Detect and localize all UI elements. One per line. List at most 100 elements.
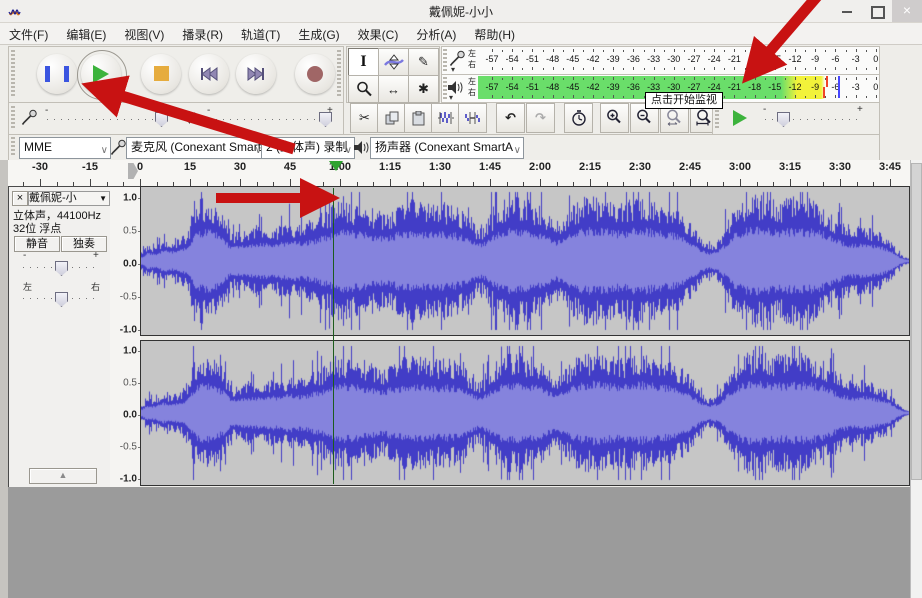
- gain-slider-thumb[interactable]: [55, 261, 68, 276]
- toolbar-dock: I ✎ ↔ ✱ ▾ 左 右 -57-54-51-48-45-42-39-36-3…: [0, 45, 922, 161]
- meter-scale-number: -54: [506, 82, 519, 92]
- play-volume-thumb[interactable]: [319, 112, 332, 127]
- trim-audio-button[interactable]: [431, 103, 460, 133]
- meter-scale-number: -36: [627, 54, 640, 64]
- pan-slider-thumb[interactable]: [55, 292, 68, 307]
- play-volume-slider[interactable]: [209, 119, 331, 120]
- menu-item-6[interactable]: 效果(C): [349, 23, 408, 43]
- sync-clock-button[interactable]: [564, 103, 593, 133]
- track-control-panel: × 戴佩妮-小 ▼ 立体声，44100Hz 32位 浮点 静音 独奏 - + 左…: [8, 186, 112, 488]
- meter-scale-number: -18: [748, 54, 761, 64]
- waveform-left-channel[interactable]: [140, 186, 910, 336]
- meter-scale-number: -24: [708, 54, 721, 64]
- record-volume-thumb[interactable]: [155, 112, 168, 127]
- meter-scale-number: -48: [546, 54, 559, 64]
- mixer-toolbar: - + - +: [8, 102, 344, 135]
- menu-item-3[interactable]: 播录(R): [173, 23, 232, 43]
- audio-host-select[interactable]: MME∨: [19, 137, 111, 159]
- timeline-ruler[interactable]: -30-1501530451:001:151:301:452:002:152:3…: [8, 160, 910, 188]
- record-button[interactable]: [295, 54, 335, 94]
- zoom-tool-button[interactable]: [348, 75, 379, 103]
- meter-scale-number: -57: [485, 82, 498, 92]
- menu-item-5[interactable]: 生成(G): [289, 23, 348, 43]
- paste-button[interactable]: [404, 103, 433, 133]
- meter-dropdown-arrow[interactable]: ▾: [449, 93, 453, 102]
- vertical-scrollbar-thumb[interactable]: [911, 163, 922, 480]
- toolbar-grip[interactable]: [337, 50, 341, 98]
- meter-scale-number: 0: [873, 82, 878, 92]
- playback-cursor: [333, 188, 334, 484]
- playback-device-select[interactable]: 扬声器 (Conexant SmartA∨: [370, 137, 524, 159]
- draw-tool-button[interactable]: ✎: [408, 48, 439, 76]
- undo-button[interactable]: ↶: [496, 103, 525, 133]
- multi-tool-button[interactable]: ✱: [408, 75, 439, 103]
- skip-to-end-button[interactable]: [236, 54, 276, 94]
- gain-min-label: -: [23, 250, 26, 261]
- timeline-label: 2:45: [679, 161, 701, 173]
- meter-scale-number: 0: [873, 54, 878, 64]
- minimize-button[interactable]: [832, 0, 862, 22]
- cut-button[interactable]: ✂: [350, 103, 379, 133]
- stop-button[interactable]: [141, 54, 181, 94]
- mute-button[interactable]: 静音: [14, 236, 60, 252]
- envelope-tool-button[interactable]: [378, 48, 409, 76]
- audacity-window: 戴佩妮-小小 × 文件(F)编辑(E)视图(V)播录(R)轨道(T)生成(G)效…: [0, 0, 922, 598]
- timeline-label: 1:15: [379, 161, 401, 173]
- vertical-scale-ruler[interactable]: 1.00.50.0-0.5-1.01.00.50.0-0.5-1.0: [110, 186, 141, 488]
- menu-item-0[interactable]: 文件(F): [0, 23, 57, 43]
- timeline-label: 3:15: [779, 161, 801, 173]
- skip-to-start-button[interactable]: [189, 54, 229, 94]
- time-shift-tool-button[interactable]: ↔: [378, 75, 409, 103]
- toolbar-grip[interactable]: [11, 50, 15, 98]
- meter-scale-number: -54: [506, 54, 519, 64]
- meter-scale-number: -15: [768, 82, 781, 92]
- zoom-in-button[interactable]: [600, 103, 629, 133]
- menu-item-7[interactable]: 分析(A): [407, 23, 465, 43]
- solo-button[interactable]: 独奏: [61, 236, 107, 252]
- meter-scale-number: -45: [566, 54, 579, 64]
- meter-scale-number: -9: [811, 82, 819, 92]
- toolbar-grip[interactable]: [715, 106, 719, 130]
- timeline-label: 30: [234, 161, 246, 173]
- meter-scale-number: -9: [811, 54, 819, 64]
- menu-item-1[interactable]: 编辑(E): [57, 23, 115, 43]
- meter-scale-number: -27: [687, 54, 700, 64]
- meter-scale-number: -30: [667, 82, 680, 92]
- meter-max-indicator: [838, 76, 840, 98]
- toolbar-grip[interactable]: [443, 49, 447, 71]
- track-close-button[interactable]: ×: [12, 191, 28, 206]
- menu-item-8[interactable]: 帮助(H): [465, 23, 524, 43]
- toolbar-grip[interactable]: [11, 137, 15, 157]
- pause-button[interactable]: [37, 54, 77, 94]
- speed-slider-thumb[interactable]: [777, 112, 790, 127]
- play-right-label: 右: [468, 89, 476, 97]
- silence-audio-button[interactable]: [458, 103, 487, 133]
- meter-dropdown-arrow[interactable]: ▾: [451, 65, 455, 74]
- maximize-button[interactable]: [862, 0, 892, 22]
- track-collapse-button[interactable]: ▲: [29, 468, 97, 484]
- menu-item-4[interactable]: 轨道(T): [232, 23, 289, 43]
- menu-item-2[interactable]: 视图(V): [115, 23, 173, 43]
- recording-meter-toolbar[interactable]: ▾ 左 右 -57-54-51-48-45-42-39-36-33-30-27-…: [441, 46, 880, 75]
- selection-tool-button[interactable]: I: [348, 48, 379, 76]
- play-at-speed-button[interactable]: [723, 104, 753, 131]
- recording-device-select[interactable]: 麦克风 (Conexant SmartA∨: [126, 137, 265, 159]
- toolbar-grip[interactable]: [11, 106, 15, 130]
- timeline-label: 3:30: [829, 161, 851, 173]
- timeline-label: 45: [284, 161, 296, 173]
- pan-right-label: 右: [91, 280, 100, 293]
- waveform-right-channel[interactable]: [140, 340, 910, 486]
- monitor-tooltip[interactable]: 点击开始监视: [645, 92, 723, 109]
- amplitude-label: 0.5: [123, 378, 137, 389]
- track-name-menu[interactable]: 戴佩妮-小 ▼: [28, 191, 110, 206]
- meter-scale-number: -27: [687, 82, 700, 92]
- recording-meter-scale: -57-54-51-48-45-42-39-36-33-30-27-24-21-…: [478, 47, 877, 72]
- playhead-triangle[interactable]: [329, 161, 343, 171]
- recording-channels-select[interactable]: 2 (立体声) 录制∨: [261, 137, 355, 159]
- play-button[interactable]: [81, 54, 121, 94]
- speed-min: -: [763, 104, 766, 115]
- copy-button[interactable]: [377, 103, 406, 133]
- record-volume-slider[interactable]: [47, 119, 169, 120]
- redo-button[interactable]: ↷: [526, 103, 555, 133]
- close-button[interactable]: ×: [892, 0, 922, 22]
